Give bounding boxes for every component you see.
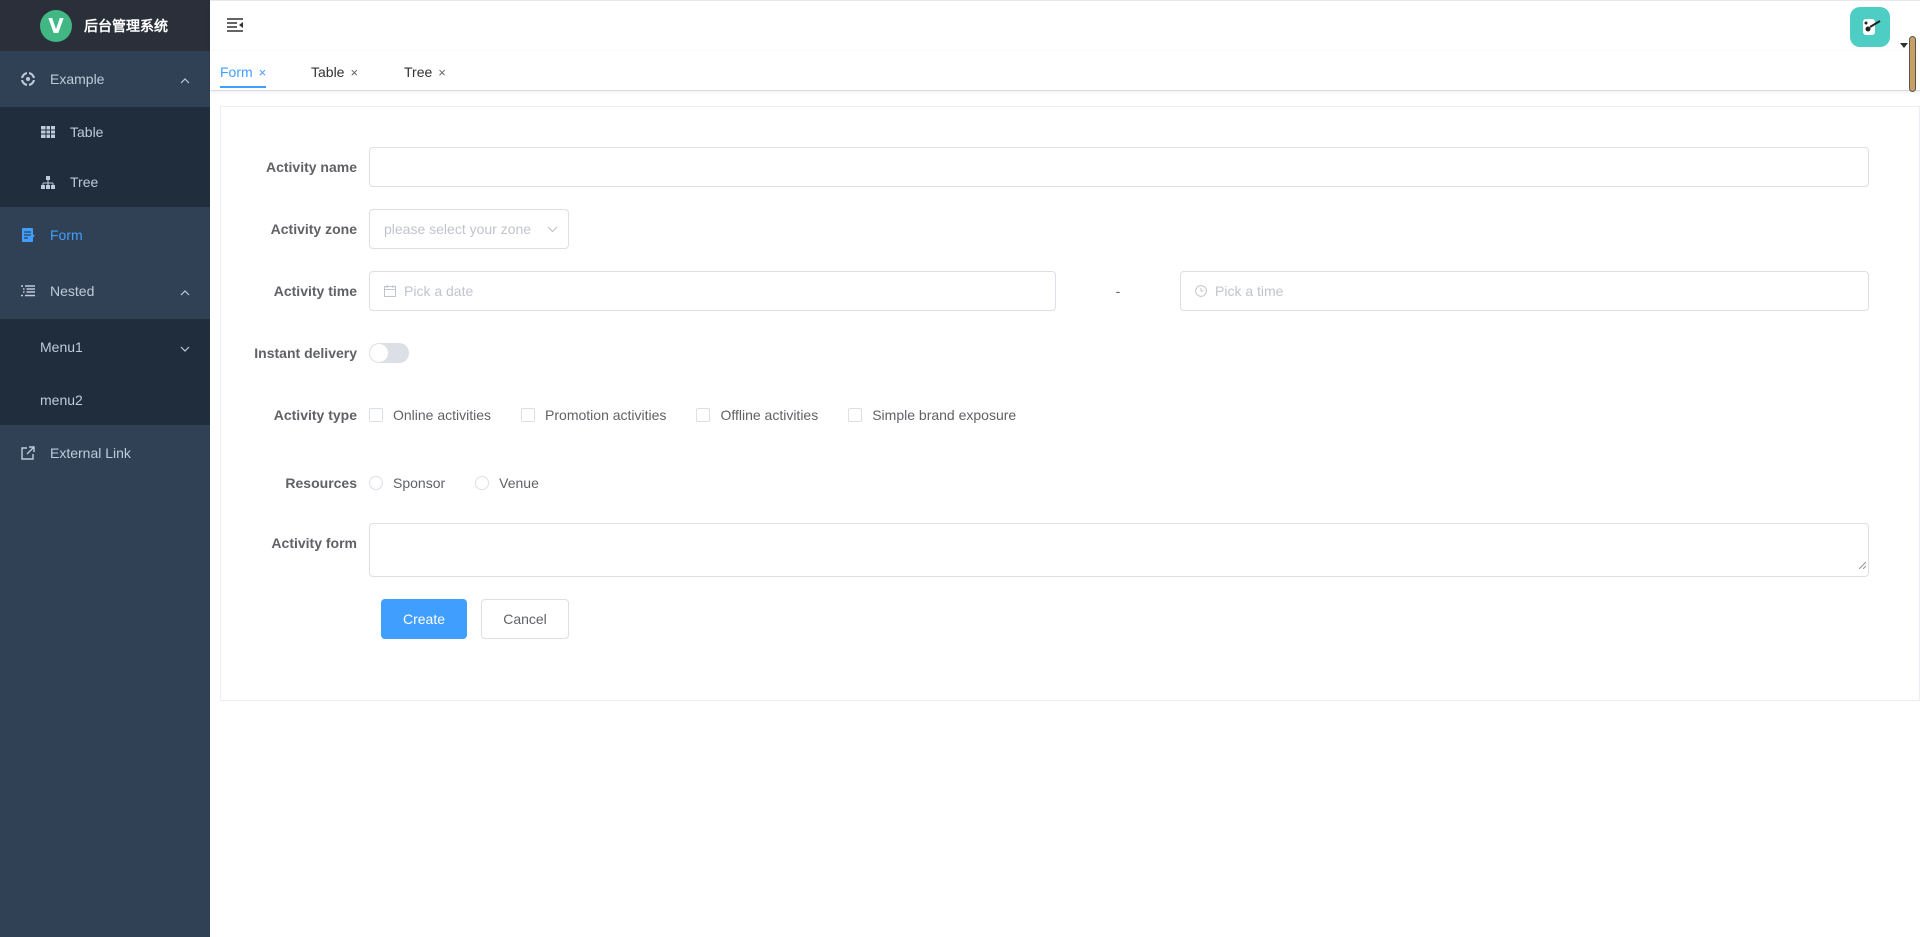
- form-row-desc: Activity form: [221, 523, 1869, 577]
- chevron-up-icon: [180, 283, 190, 299]
- form-row-delivery: Instant delivery: [221, 333, 409, 373]
- date-picker[interactable]: Pick a date: [369, 271, 1056, 311]
- form-row-zone: Activity zone please select your zone: [221, 209, 569, 249]
- form-row-actions: Create Cancel: [221, 599, 569, 639]
- chevron-up-icon: [180, 71, 190, 87]
- sidebar: V 后台管理系统 Example Table Tree Form Nested …: [0, 0, 210, 937]
- close-icon[interactable]: ×: [259, 65, 267, 80]
- time-placeholder: Pick a time: [1215, 283, 1284, 299]
- sidebar-item-menu1[interactable]: Menu1: [0, 319, 210, 375]
- checkbox-box[interactable]: [848, 408, 863, 422]
- sidebar-item-label: External Link: [50, 445, 131, 461]
- checkbox-label: Promotion activities: [545, 407, 667, 423]
- sidebar-item-table[interactable]: Table: [0, 107, 210, 157]
- checkbox-label: Online activities: [393, 407, 492, 423]
- example-icon: [20, 71, 36, 87]
- tab-form[interactable]: Form ×: [220, 60, 267, 88]
- time-separator: -: [1115, 283, 1121, 299]
- checkbox-box[interactable]: [369, 408, 383, 422]
- form-row-time: Activity time Pick a date - Pick a time: [221, 271, 1869, 311]
- resize-handle-icon[interactable]: [1858, 556, 1867, 574]
- chevron-down-icon: [547, 226, 558, 233]
- scrollbar[interactable]: [1909, 36, 1916, 92]
- activity-name-label: Activity name: [265, 159, 357, 175]
- tags-view: Form × Table × Tree ×: [210, 51, 1920, 91]
- sidebar-item-label: Nested: [50, 283, 95, 299]
- cancel-button[interactable]: Cancel: [481, 599, 569, 639]
- sidebar-item-label: Example: [50, 71, 105, 87]
- create-button[interactable]: Create: [381, 599, 467, 639]
- sidebar-item-tree[interactable]: Tree: [0, 157, 210, 207]
- submenu-example: Table Tree: [0, 107, 210, 207]
- table-icon: [40, 124, 56, 140]
- radio-dot[interactable]: [369, 476, 383, 490]
- activity-form-label: Activity form: [271, 535, 357, 551]
- sidebar-item-label: Table: [70, 124, 104, 140]
- radio-sponsor[interactable]: Sponsor: [369, 475, 445, 491]
- activity-zone-select[interactable]: please select your zone: [369, 209, 569, 249]
- chevron-down-icon: [180, 339, 190, 355]
- activity-form-textarea[interactable]: [369, 523, 1869, 577]
- sidebar-item-form[interactable]: Form: [0, 207, 210, 263]
- instant-delivery-switch[interactable]: [369, 343, 409, 363]
- sidebar-item-label: menu2: [40, 392, 83, 408]
- sidebar-item-label: Menu1: [40, 339, 83, 355]
- sidebar-item-nested[interactable]: Nested: [0, 263, 210, 319]
- instant-delivery-label: Instant delivery: [254, 345, 357, 361]
- radio-venue[interactable]: Venue: [475, 475, 539, 491]
- logo: V: [40, 9, 72, 42]
- calendar-icon: [384, 285, 396, 297]
- select-placeholder: please select your zone: [384, 221, 532, 237]
- hamburger-icon[interactable]: [226, 17, 244, 35]
- submenu-nested: Menu1 menu2: [0, 319, 210, 425]
- clock-icon: [1195, 285, 1207, 297]
- activity-zone-label: Activity zone: [270, 221, 357, 237]
- form-card: Activity name Activity zone please selec…: [220, 106, 1920, 701]
- switch-knob: [370, 344, 388, 362]
- date-placeholder: Pick a date: [404, 283, 474, 299]
- avatar[interactable]: [1850, 7, 1890, 47]
- form-icon: [20, 227, 36, 243]
- app-title: 后台管理系统: [84, 18, 168, 35]
- sidebar-item-example[interactable]: Example: [0, 51, 210, 107]
- checkbox-brand-exposure[interactable]: Simple brand exposure: [848, 407, 1016, 423]
- sidebar-item-menu2[interactable]: menu2: [0, 375, 210, 425]
- close-icon[interactable]: ×: [438, 65, 446, 80]
- tab-label: Form: [220, 64, 253, 80]
- navbar: [210, 0, 1920, 51]
- form-row-name: Activity name: [221, 147, 1869, 187]
- form-row-resources: Resources Sponsor Venue: [221, 463, 569, 503]
- activity-type-label: Activity type: [273, 407, 357, 423]
- nested-icon: [20, 283, 36, 299]
- close-icon[interactable]: ×: [350, 65, 358, 80]
- tab-table[interactable]: Table ×: [311, 60, 358, 84]
- sidebar-item-label: Form: [50, 227, 83, 243]
- sidebar-item-label: Tree: [70, 174, 99, 190]
- checkbox-label: Simple brand exposure: [872, 407, 1017, 423]
- checkbox-online[interactable]: Online activities: [369, 407, 491, 423]
- tree-icon: [40, 174, 56, 190]
- radio-label: Sponsor: [393, 475, 446, 491]
- activity-name-input[interactable]: [369, 147, 1869, 187]
- checkbox-promotion[interactable]: Promotion activities: [521, 407, 666, 423]
- resources-label: Resources: [285, 475, 357, 491]
- tab-label: Tree: [404, 64, 433, 80]
- external-link-icon: [20, 445, 36, 461]
- tab-label: Table: [311, 64, 345, 80]
- activity-time-label: Activity time: [273, 283, 357, 299]
- form-row-type: Activity type Online activities Promotio…: [221, 395, 1046, 435]
- radio-dot[interactable]: [475, 476, 490, 490]
- checkbox-box[interactable]: [696, 408, 711, 422]
- brand[interactable]: V 后台管理系统: [0, 0, 210, 51]
- checkbox-label: Offline activities: [720, 407, 819, 423]
- checkbox-box[interactable]: [521, 408, 536, 422]
- tab-tree[interactable]: Tree ×: [404, 60, 446, 84]
- time-picker[interactable]: Pick a time: [1180, 271, 1869, 311]
- radio-label: Venue: [499, 475, 539, 491]
- sidebar-item-external-link[interactable]: External Link: [0, 425, 210, 481]
- checkbox-offline[interactable]: Offline activities: [696, 407, 818, 423]
- active-tab-indicator: [220, 86, 267, 88]
